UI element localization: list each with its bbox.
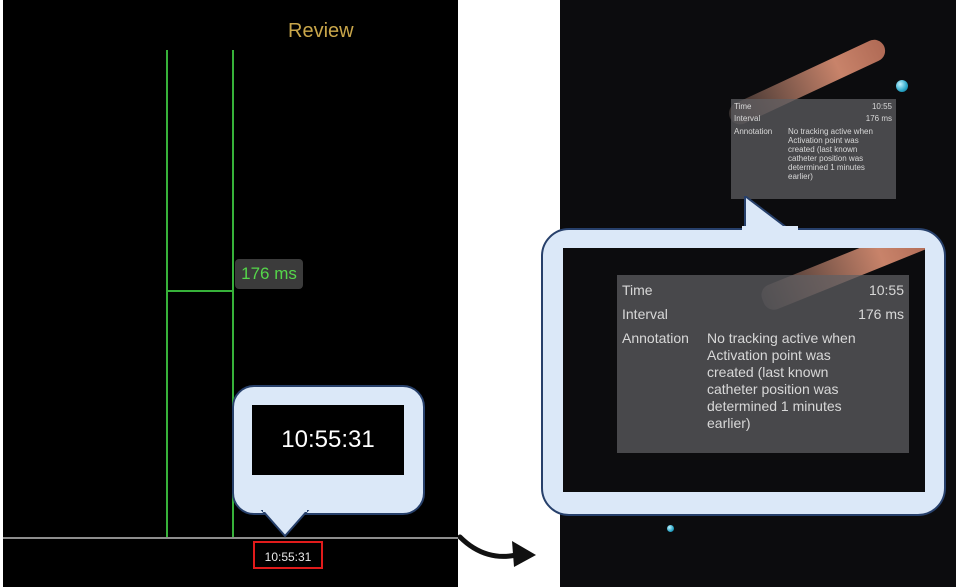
annotation-line: created (last known — [707, 364, 829, 380]
annotation-line: catheter position was — [707, 381, 839, 397]
annotation-line: created (last known — [788, 145, 858, 154]
catheter-dot-icon[interactable] — [667, 525, 674, 532]
annotation-line: earlier) — [707, 415, 751, 431]
curved-arrow-icon — [458, 534, 536, 567]
interval-label[interactable]: 176 ms — [235, 259, 303, 289]
annotation-label: Annotation — [734, 127, 773, 136]
tooltip-zoom-screen: Time 10:55 Interval 176 ms Annotation No… — [563, 248, 925, 492]
annotation-line: determined 1 minutes — [707, 398, 842, 414]
callout-pointer-join — [742, 226, 798, 232]
catheter-dot-icon[interactable] — [896, 80, 908, 92]
time-label: Time — [622, 282, 653, 298]
annotation-line: determined 1 minutes — [788, 163, 865, 172]
time-label: Time — [734, 102, 752, 111]
time-marker[interactable]: 10:55:31 — [253, 541, 323, 569]
annotation-line: Activation point was — [788, 136, 859, 145]
annotation-label: Annotation — [622, 330, 689, 346]
annotation-tooltip-large: Time 10:55 Interval 176 ms Annotation No… — [617, 275, 909, 453]
interval-label: Interval — [734, 114, 761, 123]
interval-value: 176 ms — [858, 306, 904, 322]
interval-label: Interval — [622, 306, 668, 322]
time-axis — [3, 537, 458, 539]
interval-value: 176 ms — [865, 114, 892, 123]
annotation-line: Activation point was — [707, 347, 831, 363]
interval-connector — [166, 290, 234, 292]
time-value: 10:55 — [868, 282, 904, 298]
annotation-line: No tracking active when — [707, 330, 856, 346]
review-title: Review — [288, 20, 354, 42]
annotation-tooltip-small: Time 10:55 Interval 176 ms Annotation No… — [731, 99, 896, 199]
annotation-line: catheter position was — [788, 154, 864, 163]
annotation-line: No tracking active when — [788, 127, 873, 136]
annotation-line: earlier) — [788, 172, 813, 181]
time-value: 10:55 — [871, 102, 892, 111]
trace-line-left — [166, 50, 168, 538]
time-zoom-value: 10:55:31 — [252, 405, 404, 475]
callout-pointer — [260, 510, 310, 538]
